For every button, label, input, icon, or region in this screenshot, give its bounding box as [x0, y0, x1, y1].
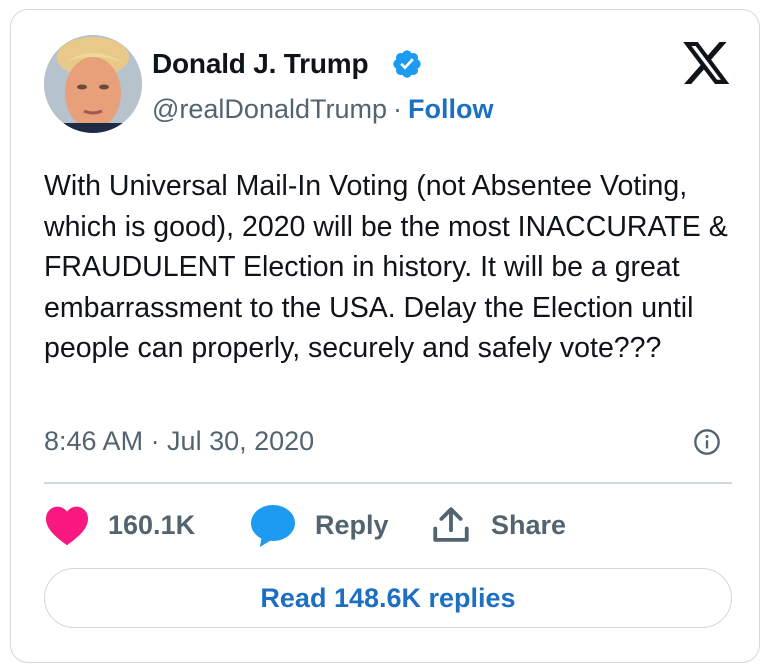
follow-button[interactable]: Follow [408, 94, 493, 124]
author-name[interactable]: Donald J. Trump [152, 48, 369, 80]
share-label: Share [491, 509, 567, 540]
reply-button[interactable]: Reply [249, 502, 389, 548]
tweet-timestamp[interactable]: 8:46 AM · Jul 30, 2020 [44, 426, 314, 457]
share-button[interactable]: Share [429, 502, 566, 548]
avatar[interactable] [44, 35, 142, 133]
read-replies-button[interactable]: Read 148.6K replies [44, 568, 732, 628]
avatar-image [44, 35, 142, 133]
info-icon[interactable] [693, 428, 721, 456]
tweet-text: With Universal Mail-In Voting (not Absen… [44, 170, 728, 364]
tweet-card: Donald J. Trump @realDonaldTrump · Follow … [10, 9, 760, 663]
heart-icon [46, 506, 88, 546]
share-upload-icon [433, 507, 469, 542]
x-logo-icon[interactable] [683, 42, 731, 86]
author-handle[interactable]: @realDonaldTrump [152, 94, 387, 124]
read-replies-label: Read 148.6K replies [260, 582, 516, 613]
like-button[interactable]: 160.1K [44, 502, 195, 548]
reply-label: Reply [315, 509, 389, 540]
handle-row: @realDonaldTrump · Follow [152, 94, 493, 125]
speech-bubble-icon [251, 505, 295, 547]
like-count: 160.1K [108, 509, 196, 540]
divider [44, 482, 732, 484]
verified-badge-icon [393, 50, 421, 78]
separator-dot: · [393, 94, 402, 124]
